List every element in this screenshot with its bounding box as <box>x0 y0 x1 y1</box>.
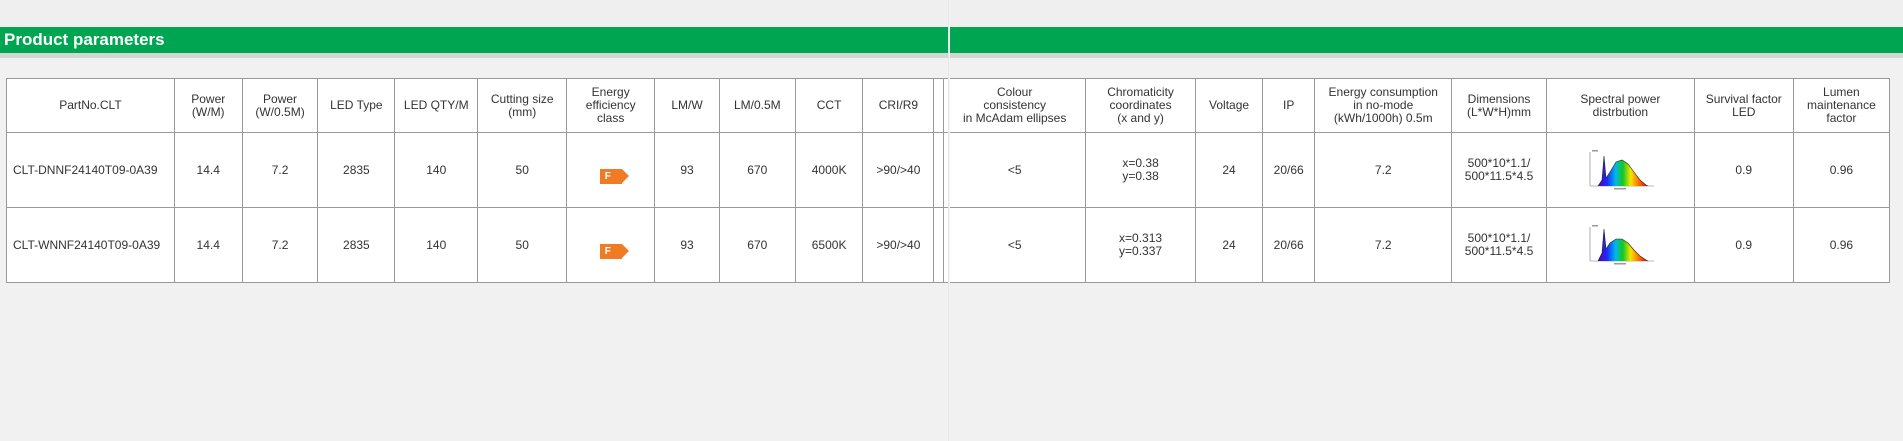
header-cell: Spectral power distrbution <box>1546 78 1695 133</box>
gap-cell <box>933 132 945 208</box>
header-cell: LM/0.5M <box>718 78 796 133</box>
header-cell: LED Type <box>317 78 396 133</box>
spectrum-graph-icon <box>1590 150 1655 190</box>
energy-class-badge: F <box>599 244 629 259</box>
gap-cell <box>933 207 945 283</box>
lumen-maintenance-cell: 0.96 <box>1792 207 1891 283</box>
energy-class-badge: F <box>599 169 629 184</box>
survival-factor-cell: 0.9 <box>1693 207 1794 283</box>
header-cell: Lumen maintenance factor <box>1792 78 1891 133</box>
lm-05m-cell: 670 <box>718 132 796 208</box>
lm-w-cell: 93 <box>654 207 720 283</box>
energy-consumption-cell: 7.2 <box>1314 132 1452 208</box>
led-qty-cell: 140 <box>394 132 479 208</box>
cri-r9-cell: >90/>40 <box>862 207 935 283</box>
energy-class-cell: F <box>566 207 656 283</box>
ip-cell: 20/66 <box>1261 132 1316 208</box>
power-w-05m-cell: 7.2 <box>241 207 319 283</box>
energy-consumption-cell: 7.2 <box>1314 207 1452 283</box>
voltage-cell: 24 <box>1195 132 1263 208</box>
header-cell: LED QTY/M <box>394 78 479 133</box>
header-gap-cell <box>933 78 945 133</box>
cct-cell: 6500K <box>794 207 864 283</box>
survival-factor-cell: 0.9 <box>1693 132 1794 208</box>
colour-consistency-cell: <5 <box>943 132 1086 208</box>
section-title: Product parameters <box>4 30 165 49</box>
cri-r9-cell: >90/>40 <box>862 132 935 208</box>
header-cell: Power (W/0.5M) <box>241 78 319 133</box>
header-cell: Energy efficiency class <box>566 78 656 133</box>
header-cell: Voltage <box>1195 78 1263 133</box>
part-no-cell: CLT-WNNF24140T09-0A39 <box>6 207 175 283</box>
page-fold-divider <box>948 0 950 441</box>
lm-w-cell: 93 <box>654 132 720 208</box>
energy-class-cell: F <box>566 132 656 208</box>
header-cell: CCT <box>794 78 864 133</box>
header-cell: LM/W <box>654 78 720 133</box>
header-cell: Chromaticity coordinates (x and y) <box>1084 78 1197 133</box>
section-banner: Product parameters <box>0 27 1903 53</box>
header-cell: CRI/R9 <box>862 78 935 133</box>
power-w-m-cell: 14.4 <box>173 207 243 283</box>
header-cell: IP <box>1261 78 1316 133</box>
power-w-05m-cell: 7.2 <box>241 132 319 208</box>
spectral-cell <box>1546 207 1695 283</box>
ip-cell: 20/66 <box>1261 207 1316 283</box>
header-cell: Survival factor LED <box>1693 78 1794 133</box>
chromaticity-cell: x=0.38 y=0.38 <box>1084 132 1197 208</box>
colour-consistency-cell: <5 <box>943 207 1086 283</box>
chromaticity-cell: x=0.313 y=0.337 <box>1084 207 1197 283</box>
header-cell: Dimensions (L*W*H)mm <box>1450 78 1548 133</box>
header-cell: Power (W/M) <box>173 78 243 133</box>
dimensions-cell: 500*10*1.1/ 500*11.5*4.5 <box>1450 207 1548 283</box>
power-w-m-cell: 14.4 <box>173 132 243 208</box>
spectrum-graph-icon <box>1590 225 1655 265</box>
header-cell: PartNo.CLT <box>6 78 175 133</box>
dimensions-cell: 500*10*1.1/ 500*11.5*4.5 <box>1450 132 1548 208</box>
led-type-cell: 2835 <box>317 132 396 208</box>
voltage-cell: 24 <box>1195 207 1263 283</box>
lm-05m-cell: 670 <box>718 207 796 283</box>
cutting-size-cell: 50 <box>477 132 568 208</box>
lumen-maintenance-cell: 0.96 <box>1792 132 1891 208</box>
led-qty-cell: 140 <box>394 207 479 283</box>
header-cell: Cutting size (mm) <box>477 78 568 133</box>
header-cell: Colour consistency in McAdam ellipses <box>943 78 1086 133</box>
cutting-size-cell: 50 <box>477 207 568 283</box>
part-no-cell: CLT-DNNF24140T09-0A39 <box>6 132 175 208</box>
cct-cell: 4000K <box>794 132 864 208</box>
spectral-cell <box>1546 132 1695 208</box>
header-cell: Energy consumption in no-mode (kWh/1000h… <box>1314 78 1452 133</box>
led-type-cell: 2835 <box>317 207 396 283</box>
